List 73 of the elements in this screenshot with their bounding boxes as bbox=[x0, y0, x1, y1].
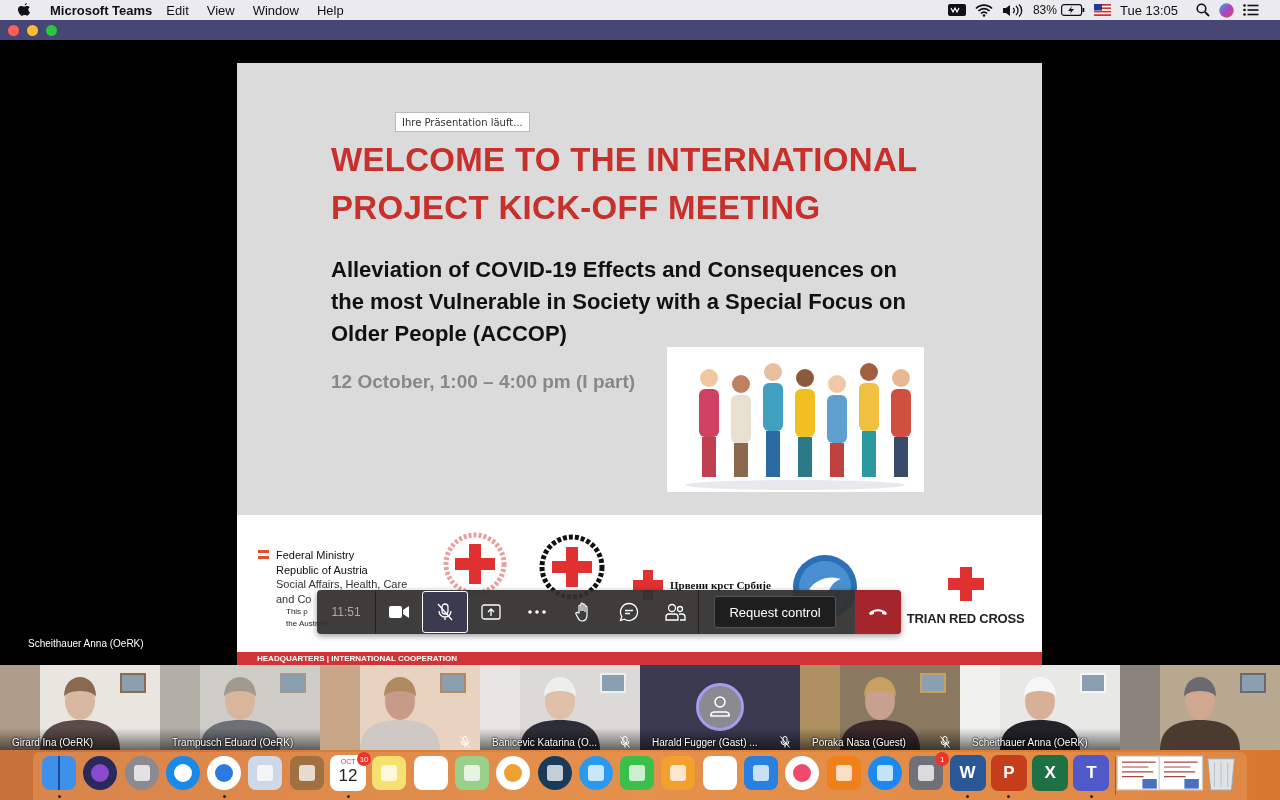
notification-badge: 10 bbox=[357, 752, 372, 766]
avatar-icon bbox=[696, 683, 744, 731]
wifi-icon[interactable] bbox=[974, 3, 993, 17]
zoom-button[interactable] bbox=[46, 24, 57, 36]
logo-text: Црвени крст Србије bbox=[670, 579, 771, 591]
ministry-text: Social Affairs, Health, Care bbox=[276, 577, 408, 592]
more-icon bbox=[528, 610, 546, 614]
calendar-day: 12 bbox=[338, 766, 358, 786]
chat-icon bbox=[619, 602, 639, 622]
ministry-flag-icon bbox=[258, 550, 269, 559]
search-icon[interactable] bbox=[1196, 3, 1210, 17]
ministry-text: and Co bbox=[276, 591, 312, 606]
app-icon[interactable] bbox=[164, 755, 201, 791]
clock[interactable]: Tue 13:05 bbox=[1119, 2, 1178, 18]
microphone-button[interactable] bbox=[422, 591, 468, 633]
participant-name: Girard Ina (OeRK) bbox=[12, 737, 94, 748]
menu-item[interactable]: Edit bbox=[166, 2, 189, 18]
battery-charging-icon[interactable] bbox=[1060, 4, 1085, 16]
slide-title: PROJECT KICK-OFF MEETING bbox=[331, 188, 822, 228]
notification-badge: 1 bbox=[935, 752, 950, 766]
app-icon[interactable] bbox=[784, 755, 821, 791]
ministry-text: Republic of Austria bbox=[276, 562, 368, 577]
call-duration: 11:51 bbox=[330, 605, 362, 619]
list-icon[interactable] bbox=[1243, 4, 1259, 16]
presenter-name: Scheithauer Anna (OeRK) bbox=[28, 638, 144, 649]
flag-icon[interactable] bbox=[1093, 4, 1111, 16]
drive-icon[interactable] bbox=[947, 4, 966, 16]
menu-item[interactable]: View bbox=[206, 2, 235, 18]
slide-subtitle: Alleviation of COVID-19 Effects and Consequences on bbox=[331, 256, 898, 284]
slide-title: WELCOME TO THE INTERNATIONAL bbox=[331, 140, 918, 180]
presentation-status-label: Ihre Präsentation läuft... bbox=[395, 112, 530, 132]
people-icon bbox=[664, 603, 686, 621]
meeting-date: 12 October, 1:00 – 4:00 pm (I part) bbox=[331, 370, 637, 394]
app-icon[interactable] bbox=[536, 755, 573, 791]
menu-item[interactable]: Help bbox=[316, 2, 344, 18]
app-icon[interactable] bbox=[41, 755, 77, 791]
participant-tile[interactable] bbox=[640, 665, 800, 750]
orb-icon[interactable] bbox=[1219, 2, 1234, 18]
video-camera-icon bbox=[389, 605, 409, 619]
document-icon[interactable] bbox=[1157, 755, 1204, 791]
phone-icon bbox=[868, 608, 888, 616]
app-icon[interactable]: W bbox=[949, 755, 986, 791]
footer-text: HEADQUARTERS | INTERNATIONAL COOPERATION bbox=[257, 654, 458, 663]
share-screen-icon bbox=[481, 604, 501, 620]
ministry-text: Federal Ministry bbox=[276, 548, 355, 563]
slide-subtitle: Older People (ACCOP) bbox=[331, 320, 568, 348]
app-menu[interactable]: Microsoft Teams bbox=[50, 2, 153, 18]
app-icon[interactable] bbox=[82, 755, 119, 791]
minimize-button[interactable] bbox=[27, 24, 38, 36]
logo-text: TRIAN RED CROSS bbox=[906, 611, 1025, 626]
app-icon[interactable] bbox=[908, 755, 945, 791]
app-icon[interactable]: T bbox=[1073, 755, 1110, 791]
app-icon[interactable] bbox=[206, 755, 243, 791]
request-control-button[interactable]: Request control bbox=[714, 596, 836, 628]
microphone-icon bbox=[437, 603, 453, 621]
participant-name: Trampusch Eduard (OeRK) bbox=[172, 737, 294, 748]
participant-name: Harald Fugger (Gast) ... bbox=[652, 736, 758, 748]
app-icon[interactable] bbox=[288, 755, 325, 791]
menu-item[interactable]: Window bbox=[252, 2, 299, 18]
battery-percentage: 83% bbox=[1032, 3, 1057, 17]
trash-icon[interactable] bbox=[1205, 755, 1238, 791]
funding-note: This p bbox=[286, 606, 308, 618]
app-icon[interactable]: P bbox=[990, 755, 1027, 791]
slide-subtitle: the most Vulnerable in Society with a Special Focus on bbox=[331, 288, 906, 316]
cross-icon bbox=[947, 567, 984, 601]
app-icon[interactable]: X bbox=[1032, 755, 1069, 791]
close-button[interactable] bbox=[8, 24, 19, 36]
hang-up-button[interactable] bbox=[855, 590, 901, 634]
participant-name: Poraka Nasa (Guest) bbox=[812, 736, 906, 748]
hand-icon bbox=[575, 602, 591, 622]
document-icon[interactable] bbox=[1116, 755, 1162, 791]
volume-icon[interactable] bbox=[1001, 3, 1024, 17]
apple-icon[interactable] bbox=[18, 2, 31, 18]
